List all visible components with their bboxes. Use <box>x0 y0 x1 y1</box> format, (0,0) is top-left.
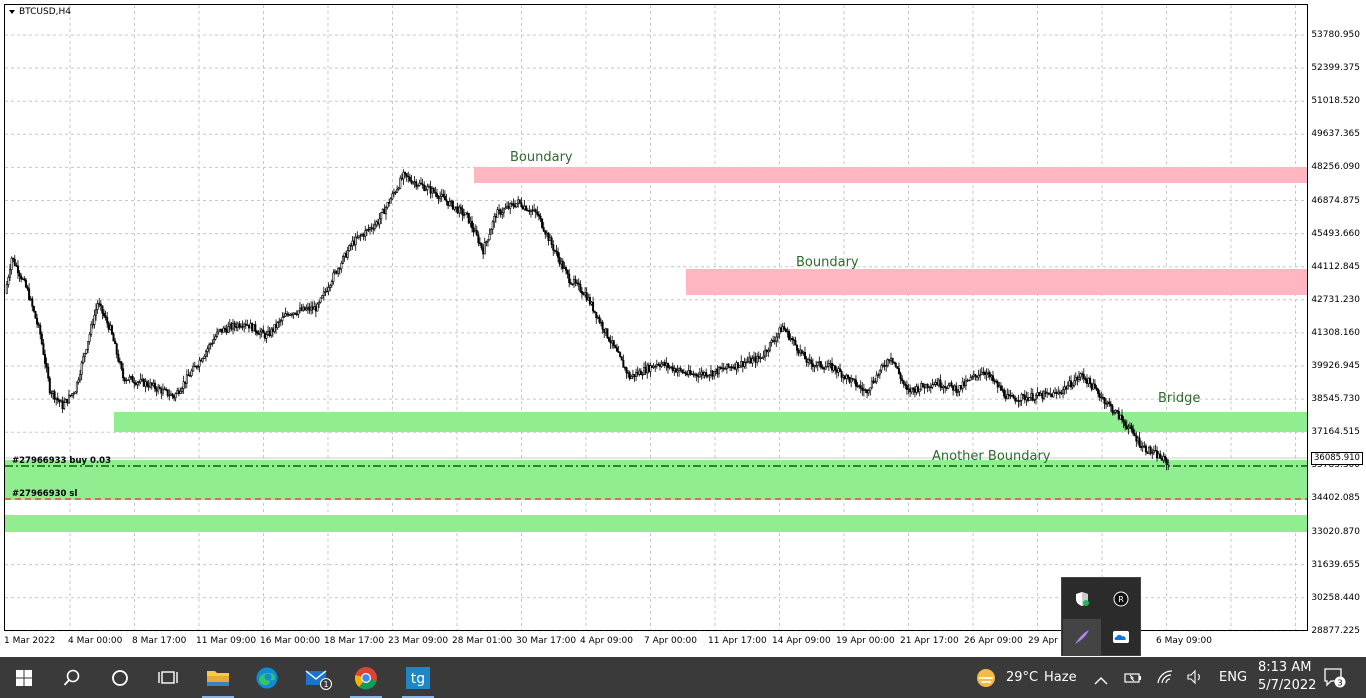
plot-frame <box>4 4 1308 631</box>
price-tick-label: 28877.225 <box>1311 625 1360 636</box>
time-tick-label: 29 Apr <box>1028 636 1058 646</box>
tradingview-icon[interactable]: tg <box>394 657 442 698</box>
time-tick-label: 23 Mar 09:00 <box>388 636 449 646</box>
price-tick-label: 53780.950 <box>1311 30 1360 40</box>
tray-overflow-popup: R <box>1061 577 1141 656</box>
wifi-icon[interactable] <box>1156 669 1174 689</box>
price-tick-label: 51018.520 <box>1311 96 1360 107</box>
price-tick-label: 41308.160 <box>1311 327 1360 338</box>
annotation-another-boundary[interactable]: Another Boundary <box>932 449 1051 464</box>
price-tick-label: 45493.660 <box>1311 228 1360 239</box>
feather-icon[interactable] <box>1063 619 1101 655</box>
weather-desc[interactable]: Haze <box>1044 670 1077 685</box>
windows-start-icon[interactable] <box>0 657 48 698</box>
annotation-boundary-mid[interactable]: Boundary <box>796 255 859 270</box>
price-tick-label: 52399.375 <box>1311 63 1360 74</box>
time-tick-label: 26 Apr 09:00 <box>964 636 1023 646</box>
weather-temp[interactable]: 29°C <box>1006 670 1038 685</box>
chart-area[interactable]: BTCUSD,H4 53780.950 52399.375 51018.520 496… <box>0 0 1366 657</box>
defender-shield-icon[interactable] <box>1063 581 1101 617</box>
price-tick-label: 31639.655 <box>1311 559 1360 570</box>
symbol-label[interactable]: BTCUSD,H4 <box>9 7 71 17</box>
time-tick-label: 4 Apr 09:00 <box>580 636 633 646</box>
onedrive-cloud-icon[interactable] <box>1102 619 1140 655</box>
chrome-icon[interactable] <box>342 657 390 698</box>
time-tick-label: 28 Mar 01:00 <box>452 636 513 646</box>
price-tick-label: 42731.230 <box>1311 294 1360 305</box>
annotation-boundary-top[interactable]: Boundary <box>510 150 573 165</box>
stop-loss-label[interactable]: #27966930 sl <box>12 489 77 499</box>
time-tick-label: 30 Mar 17:00 <box>516 636 577 646</box>
clock-date[interactable]: 5/7/2022 <box>1258 678 1316 693</box>
time-tick-label: 7 Apr 00:00 <box>644 636 697 646</box>
mail-icon[interactable]: 1 <box>294 657 342 698</box>
dropdown-triangle-icon <box>9 9 15 14</box>
edge-icon[interactable] <box>243 657 291 698</box>
price-tick-label: 33020.870 <box>1311 526 1360 537</box>
time-tick-label: 4 Mar 00:00 <box>68 636 123 646</box>
search-icon[interactable] <box>48 657 96 698</box>
svg-text:R: R <box>1118 595 1124 604</box>
time-tick-label: 8 Mar 17:00 <box>132 636 187 646</box>
price-tick-label: 34402.085 <box>1311 493 1360 504</box>
taskbar: 1 tg 29°C Haze ENG 8:13 AM 5/7/2022 3 <box>0 657 1366 698</box>
clock-time[interactable]: 8:13 AM <box>1258 660 1311 675</box>
time-tick-label: 16 Mar 00:00 <box>260 636 321 646</box>
svg-text:tg: tg <box>411 671 425 687</box>
volume-icon[interactable] <box>1186 669 1204 689</box>
buy-order-label[interactable]: #27966933 buy 0.03 <box>12 456 111 466</box>
notification-icon[interactable]: 3 <box>1323 667 1347 693</box>
price-tick-label: 38545.730 <box>1311 394 1360 405</box>
time-tick-label: 21 Apr 17:00 <box>900 636 959 646</box>
time-tick-label: 1 Mar 2022 <box>4 636 56 646</box>
notification-count: 3 <box>1337 679 1342 688</box>
time-tick-label: 18 Mar 17:00 <box>324 636 385 646</box>
task-view-icon[interactable] <box>144 657 192 698</box>
app-badge-icon[interactable]: R <box>1102 581 1140 617</box>
price-tick-label: 37164.515 <box>1311 427 1360 438</box>
language-indicator[interactable]: ENG <box>1219 670 1247 685</box>
battery-icon[interactable] <box>1124 670 1142 689</box>
symbol-text: BTCUSD,H4 <box>19 7 72 17</box>
time-tick-label: 19 Apr 00:00 <box>836 636 895 646</box>
mail-badge: 1 <box>323 680 328 689</box>
current-price-tag: 36085.910 <box>1311 452 1363 465</box>
weather-icon[interactable] <box>975 667 997 693</box>
file-explorer-icon[interactable] <box>194 657 242 698</box>
time-tick-label: 11 Apr 17:00 <box>708 636 767 646</box>
price-tick-label: 44112.845 <box>1311 261 1360 272</box>
price-tick-label: 39926.945 <box>1311 361 1360 371</box>
price-tick-label: 46874.875 <box>1311 195 1360 206</box>
price-tick-label: 30258.440 <box>1311 592 1360 603</box>
time-tick-label: 14 Apr 09:00 <box>772 636 831 646</box>
price-tick-label: 48256.090 <box>1311 162 1360 173</box>
cortana-icon[interactable] <box>96 657 144 698</box>
price-tick-label: 49637.365 <box>1311 129 1360 140</box>
chevron-up-icon[interactable] <box>1094 671 1108 690</box>
time-tick-label: 11 Mar 09:00 <box>196 636 257 646</box>
annotation-bridge[interactable]: Bridge <box>1158 391 1200 406</box>
time-tick-label: 6 May 09:00 <box>1156 636 1212 646</box>
